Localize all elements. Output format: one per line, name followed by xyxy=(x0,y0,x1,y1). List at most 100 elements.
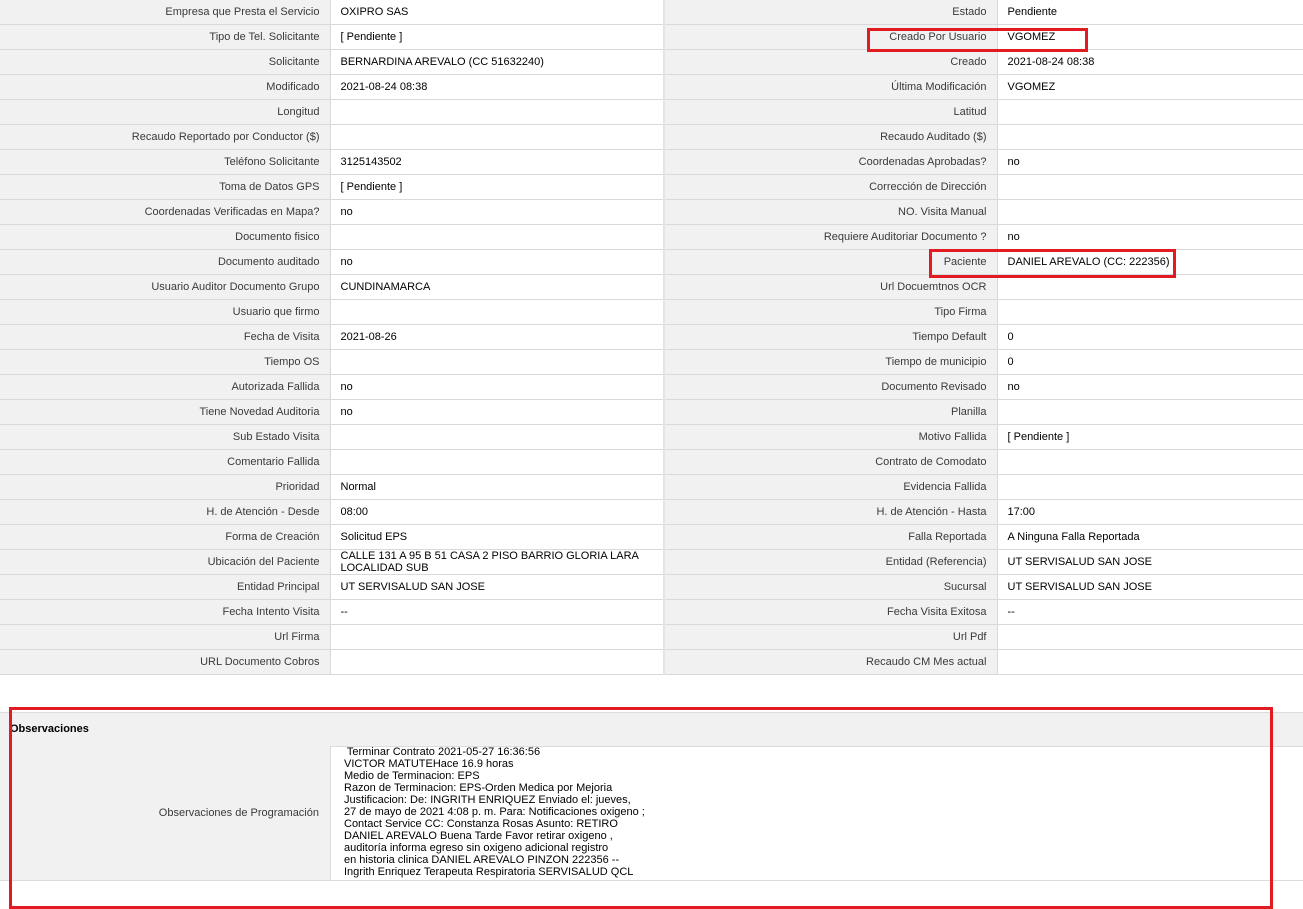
observaciones-label-cell: Observaciones de Programación xyxy=(0,746,331,880)
left-field-value xyxy=(330,124,665,150)
left-field-label: Longitud xyxy=(0,99,331,125)
detail-row: Usuario Auditor Documento Grupo CUNDINAMA… xyxy=(0,274,1303,300)
detail-row: Fecha de Visita 2021-08-26 Tiempo Default 0 xyxy=(0,324,1303,350)
detail-row: Tiene Novedad Auditoria no Planilla xyxy=(0,399,1303,425)
right-field-label: H. de Atención - Hasta xyxy=(663,499,998,525)
right-field-value xyxy=(997,624,1303,650)
detail-row: H. de Atención - Desde 08:00 H. de Atenció… xyxy=(0,499,1303,525)
left-field-label: Autorizada Fallida xyxy=(0,374,331,400)
right-field-label: Url Pdf xyxy=(663,624,998,650)
right-field-label: Creado xyxy=(663,49,998,75)
observaciones-row: Observaciones de Programación Terminar C… xyxy=(0,746,1303,881)
left-field-label: Prioridad xyxy=(0,474,331,500)
left-field-value: 2021-08-24 08:38 xyxy=(330,74,665,100)
right-field-value: 2021-08-24 08:38 xyxy=(997,49,1303,75)
left-field-label: Modificado xyxy=(0,74,331,100)
detail-row: Comentario Fallida Contrato de Comodato xyxy=(0,449,1303,475)
detail-row: Documento fisico Requiere Auditoriar Docu… xyxy=(0,224,1303,250)
right-field-value xyxy=(997,199,1303,225)
left-field-label: Entidad Principal xyxy=(0,574,331,600)
observaciones-line: VICTOR MATUTEHace 16.9 horas xyxy=(344,758,514,770)
left-field-label: H. de Atención - Desde xyxy=(0,499,331,525)
right-field-label: Recaudo CM Mes actual xyxy=(663,649,998,675)
observaciones-line: Razon de Terminacion: EPS-Orden Medica p… xyxy=(344,782,613,794)
right-field-label: Motivo Fallida xyxy=(663,424,998,450)
detail-row: Prioridad Normal Evidencia Fallida xyxy=(0,474,1303,500)
left-field-value xyxy=(330,299,665,325)
left-field-label: Fecha Intento Visita xyxy=(0,599,331,625)
left-field-label: Coordenadas Verificadas en Mapa? xyxy=(0,199,331,225)
observaciones-line: DANIEL AREVALO Buena Tarde Favor retirar… xyxy=(344,830,613,842)
left-field-value: CUNDINAMARCA xyxy=(330,274,665,300)
left-field-label: Recaudo Reportado por Conductor ($) xyxy=(0,124,331,150)
right-field-value xyxy=(997,449,1303,475)
right-field-label: Falla Reportada xyxy=(663,524,998,550)
detail-table: Empresa que Presta el Servicio OXIPRO SAS… xyxy=(0,0,1303,675)
right-field-value xyxy=(997,124,1303,150)
observaciones-line: Contact Service CC: Constanza Rosas Asun… xyxy=(344,818,618,830)
left-field-value: no xyxy=(330,249,665,275)
detail-row: Documento auditado no Paciente DANIEL AREVA… xyxy=(0,249,1303,275)
detail-row: Toma de Datos GPS[ Pendiente ] Corrección… xyxy=(0,174,1303,200)
right-field-value xyxy=(997,174,1303,200)
right-field-label: Estado xyxy=(663,0,998,25)
left-field-value: 08:00 xyxy=(330,499,665,525)
observaciones-line: Terminar Contrato 2021-05-27 16:36:56 xyxy=(344,746,541,758)
detail-row: Tiempo OS Tiempo de municipio 0 xyxy=(0,349,1303,375)
right-field-value: A Ninguna Falla Reportada xyxy=(997,524,1303,550)
right-field-value: no xyxy=(997,224,1303,250)
detail-row: Ubicación del Paciente CALLE 131 A 95 B 5… xyxy=(0,549,1303,575)
left-field-label: Comentario Fallida xyxy=(0,449,331,475)
right-field-value xyxy=(997,99,1303,125)
observaciones-line: en historia clinica DANIEL AREVALO PINZO… xyxy=(344,854,620,866)
detail-row: Solicitante BERNARDINA AREVALO (CC 516322… xyxy=(0,49,1303,75)
detail-row: Longitud Latitud xyxy=(0,99,1303,125)
right-field-label: Tiempo Default xyxy=(663,324,998,350)
right-field-value xyxy=(997,274,1303,300)
left-field-value: BERNARDINA AREVALO (CC 51632240) xyxy=(330,49,665,75)
left-field-value: -- xyxy=(330,599,665,625)
left-field-label: Documento auditado xyxy=(0,249,331,275)
right-field-value: DANIEL AREVALO (CC: 222356) xyxy=(997,249,1303,275)
right-field-label: Url Docuemtnos OCR xyxy=(663,274,998,300)
left-field-value xyxy=(330,99,665,125)
right-field-value: 0 xyxy=(997,324,1303,350)
right-field-label: Coordenadas Aprobadas? xyxy=(663,149,998,175)
detail-row: Usuario que firmo Tipo Firma xyxy=(0,299,1303,325)
right-field-value: UT SERVISALUD SAN JOSE xyxy=(997,549,1303,575)
right-field-label: Recaudo Auditado ($) xyxy=(663,124,998,150)
left-field-value xyxy=(330,649,665,675)
observaciones-line: auditoría informa egreso sin oxigeno adi… xyxy=(344,842,609,854)
right-field-value: VGOMEZ xyxy=(997,74,1303,100)
left-field-label: Sub Estado Visita xyxy=(0,424,331,450)
observaciones-section-title: Observaciones xyxy=(10,723,89,735)
detail-row: Forma de Creación Solicitud EPS Falla Repo… xyxy=(0,524,1303,550)
right-field-value: -- xyxy=(997,599,1303,625)
right-field-label: Paciente xyxy=(663,249,998,275)
left-field-label: Ubicación del Paciente xyxy=(0,549,331,575)
observaciones-section-header: Observaciones xyxy=(0,712,1303,747)
right-field-label: Latitud xyxy=(663,99,998,125)
observaciones-line: Justificacion: De: INGRITH ENRIQUEZ Envi… xyxy=(344,794,631,806)
left-field-label: Url Firma xyxy=(0,624,331,650)
detail-row: Fecha Intento Visita -- Fecha Visita Exito… xyxy=(0,599,1303,625)
left-field-value: 3125143502 xyxy=(330,149,665,175)
right-field-label: Corrección de Dirección xyxy=(663,174,998,200)
right-field-label: Tiempo de municipio xyxy=(663,349,998,375)
left-field-value: no xyxy=(330,374,665,400)
left-field-value: CALLE 131 A 95 B 51 CASA 2 PISO BARRIO G… xyxy=(330,549,665,575)
right-field-value xyxy=(997,399,1303,425)
left-field-label: Toma de Datos GPS xyxy=(0,174,331,200)
right-field-label: Creado Por Usuario xyxy=(663,24,998,50)
left-field-value: 2021-08-26 xyxy=(330,324,665,350)
detail-row: Tipo de Tel. Solicitante[ Pendiente ] Cre… xyxy=(0,24,1303,50)
right-field-label: Documento Revisado xyxy=(663,374,998,400)
left-field-label: Tiempo OS xyxy=(0,349,331,375)
detail-table-body: Empresa que Presta el Servicio OXIPRO SAS… xyxy=(0,0,1303,675)
right-field-value xyxy=(997,474,1303,500)
detail-row: URL Documento Cobros Recaudo CM Mes actua… xyxy=(0,649,1303,675)
right-field-value: UT SERVISALUD SAN JOSE xyxy=(997,574,1303,600)
left-field-label: Documento fisico xyxy=(0,224,331,250)
left-field-value: no xyxy=(330,199,665,225)
right-field-label: Sucursal xyxy=(663,574,998,600)
